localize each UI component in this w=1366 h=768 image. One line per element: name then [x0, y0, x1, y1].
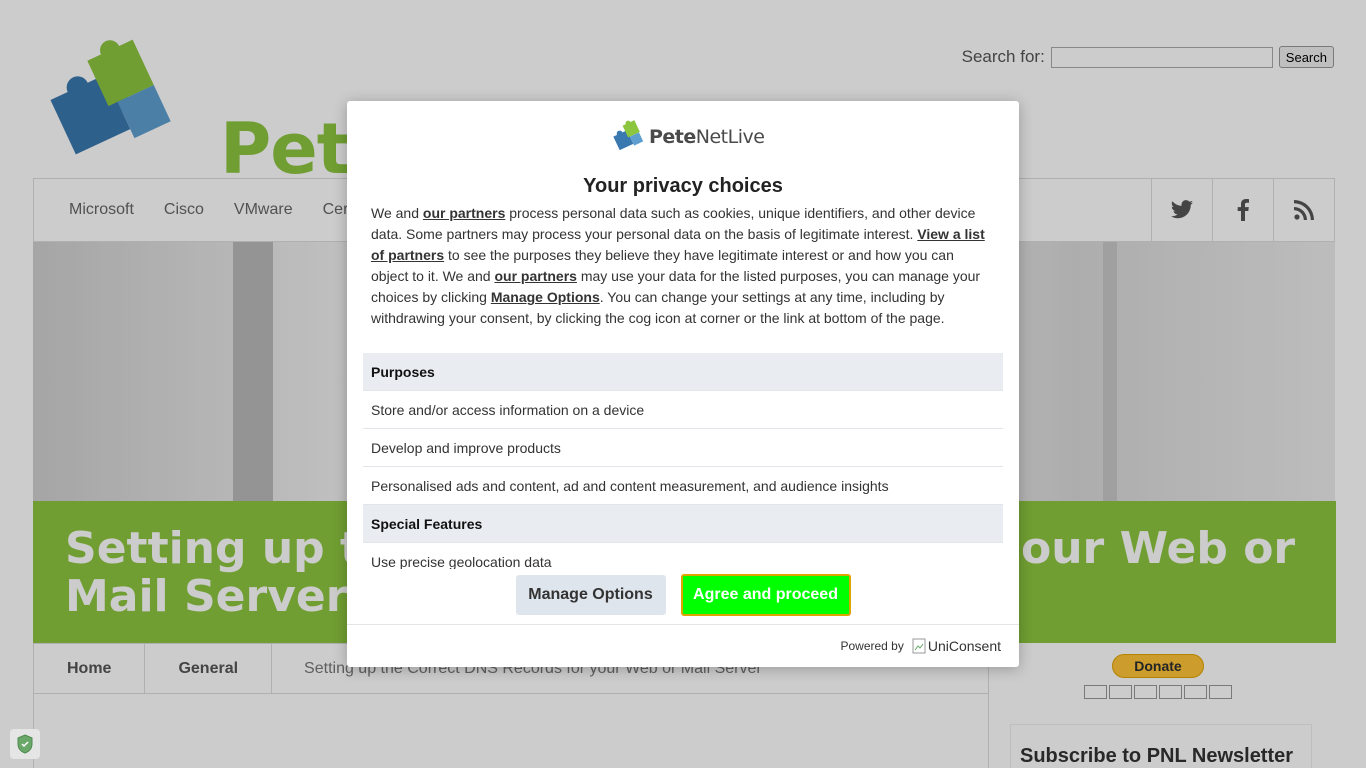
- modal-logo: PeteNetLive: [611, 119, 765, 155]
- uniconsent-logo[interactable]: UniConsent: [912, 638, 1001, 654]
- special-features-heading: Special Features: [363, 505, 1003, 543]
- purposes-list[interactable]: Purposes Store and/or access information…: [363, 353, 1003, 569]
- puzzle-logo-icon: [613, 120, 644, 151]
- purpose-item: Develop and improve products: [363, 429, 1003, 467]
- powered-by-label: Powered by: [840, 639, 904, 653]
- dialog-actions: Manage Options Agree and proceed: [347, 574, 1019, 616]
- privacy-consent-dialog: PeteNetLive Your privacy choices We and …: [347, 101, 1019, 667]
- shield-icon: [17, 734, 33, 754]
- dialog-description: We and our partners process personal dat…: [371, 205, 985, 326]
- special-feature-item: Use precise geolocation data: [363, 543, 1003, 570]
- agree-and-proceed-button[interactable]: Agree and proceed: [680, 574, 851, 616]
- purposes-heading: Purposes: [363, 353, 1003, 391]
- purpose-item: Store and/or access information on a dev…: [363, 391, 1003, 429]
- purpose-item: Personalised ads and content, ad and con…: [363, 467, 1003, 505]
- manage-options-button[interactable]: Manage Options: [515, 575, 666, 615]
- dialog-footer: Powered by UniConsent: [347, 624, 1019, 667]
- dialog-title: Your privacy choices: [583, 175, 783, 197]
- consent-settings-button[interactable]: [10, 729, 40, 759]
- broken-image-icon: [912, 638, 926, 654]
- our-partners-link[interactable]: our partners: [423, 205, 505, 221]
- modal-logo-text: PeteNetLive: [649, 126, 765, 148]
- manage-options-link[interactable]: Manage Options: [491, 289, 600, 305]
- our-partners-link-2[interactable]: our partners: [494, 268, 576, 284]
